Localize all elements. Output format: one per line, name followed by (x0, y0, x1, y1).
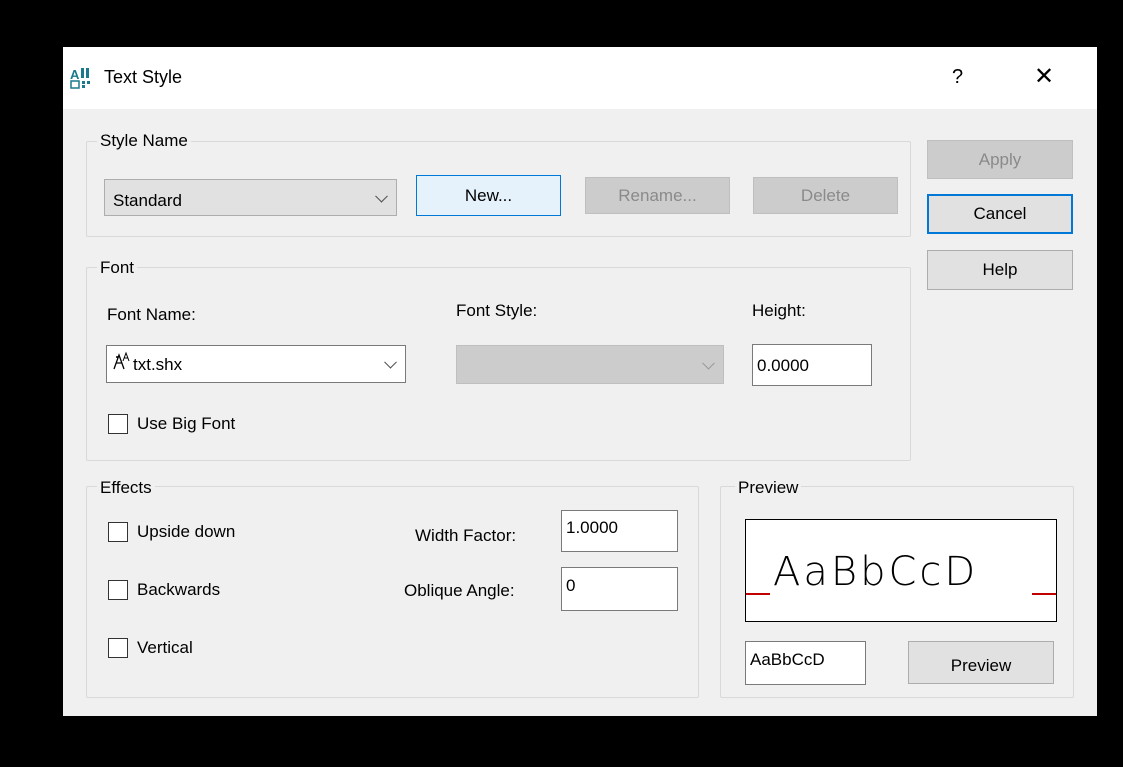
font-group-label: Font (97, 259, 138, 276)
width-factor-field[interactable]: 1.0000 (561, 510, 678, 552)
preview-canvas: AaBbCcD (745, 519, 1057, 622)
help-button[interactable]: Help (927, 250, 1073, 290)
text-style-icon: A (69, 66, 93, 90)
use-big-font-checkbox[interactable] (108, 414, 128, 434)
use-big-font-label: Use Big Font (137, 414, 236, 433)
font-name-dropdown[interactable]: txt.shx (106, 345, 406, 383)
oblique-angle-field[interactable]: 0 (561, 567, 678, 611)
font-style-label: Font Style: (456, 301, 538, 320)
new-style-button[interactable]: New... (416, 175, 561, 216)
font-name-label: Font Name: (107, 305, 196, 324)
effects-group-label: Effects (97, 479, 155, 496)
rename-style-button[interactable]: Rename... (585, 177, 730, 214)
height-field[interactable]: 0.0000 (752, 344, 872, 386)
backwards-label: Backwards (137, 580, 221, 599)
font-style-dropdown[interactable] (456, 345, 724, 384)
preview-baseline-right (1032, 593, 1056, 595)
upside-down-checkbox[interactable] (108, 522, 128, 542)
height-label: Height: (752, 301, 806, 320)
vertical-label: Vertical (137, 638, 193, 657)
preview-baseline-left (746, 593, 770, 595)
title-bar[interactable] (63, 47, 1097, 109)
chevron-down-icon (375, 189, 388, 203)
dialog-title: Text Style (104, 67, 183, 87)
backwards-checkbox[interactable] (108, 580, 128, 600)
style-name-dropdown[interactable]: Standard (104, 179, 397, 216)
width-factor-label: Width Factor: (415, 526, 517, 545)
chevron-down-icon (702, 356, 715, 370)
oblique-angle-label: Oblique Angle: (404, 581, 515, 600)
svg-text:A: A (70, 67, 80, 82)
cancel-button[interactable]: Cancel (927, 194, 1073, 234)
delete-style-button[interactable]: Delete (753, 177, 898, 214)
preview-text-field[interactable]: AaBbCcD (745, 641, 866, 685)
apply-button[interactable]: Apply (927, 140, 1073, 179)
preview-group-label: Preview (735, 479, 802, 496)
chevron-down-icon (384, 355, 397, 369)
style-name-group-label: Style Name (97, 132, 191, 149)
font-name-value: txt.shx (133, 355, 183, 374)
preview-button[interactable]: Preview (908, 641, 1054, 684)
upside-down-label: Upside down (137, 522, 236, 541)
style-name-selected: Standard (113, 190, 182, 210)
vertical-checkbox[interactable] (108, 638, 128, 658)
close-icon[interactable]: ✕ (1034, 65, 1054, 89)
help-title-button[interactable]: ? (952, 67, 963, 87)
preview-sample-text: AaBbCcD (773, 549, 979, 595)
